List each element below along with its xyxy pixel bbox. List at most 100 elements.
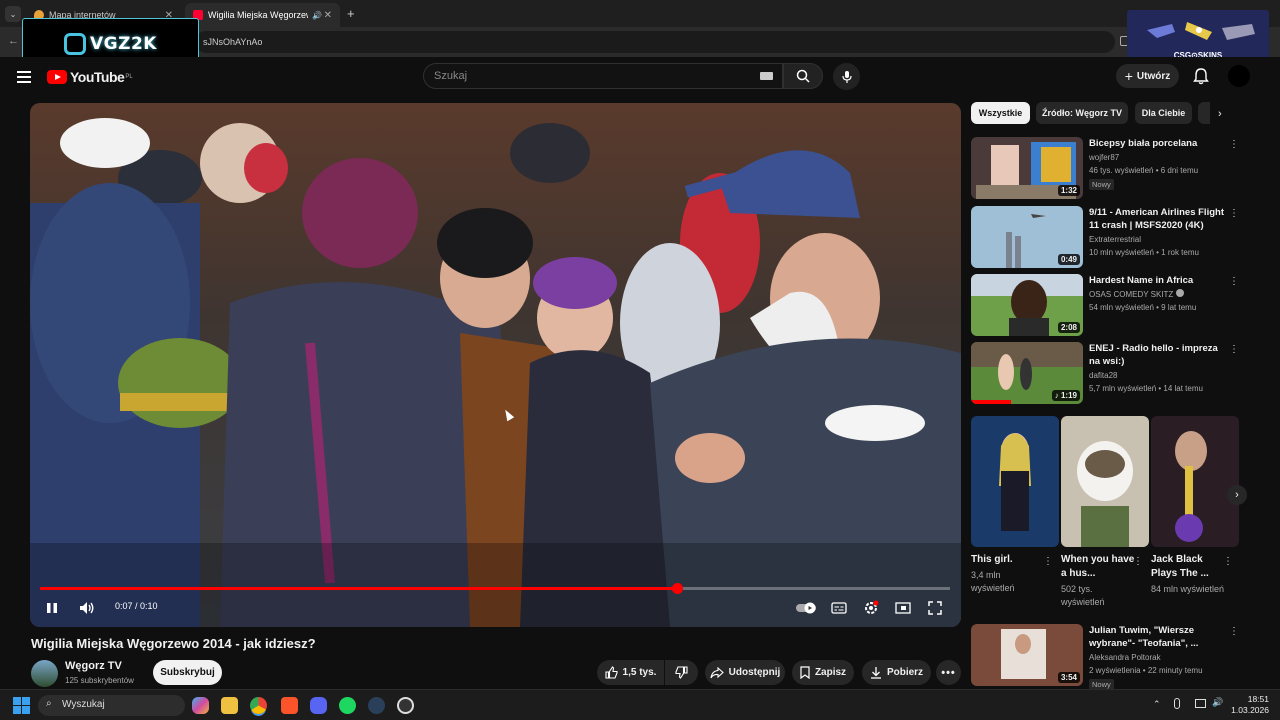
autoplay-toggle[interactable] [792,596,820,620]
taskbar-clock[interactable]: 18:51 1.03.2026 [1224,694,1269,716]
obs-icon[interactable] [397,697,414,714]
account-avatar[interactable] [1228,65,1250,87]
tab-list-button[interactable]: ⌄ [5,6,21,22]
chips-next-icon[interactable]: › [1218,108,1222,120]
short-3[interactable]: Jack Black Plays The ... 84 mln wyświetl… [1151,416,1239,596]
file-explorer-icon[interactable] [221,697,238,714]
short-title[interactable]: When you have a hus... [1061,553,1136,581]
tray-mic-icon[interactable] [1174,698,1180,709]
csgo-skins-overlay: CSG⊙SKINS [1127,10,1269,62]
chrome-icon[interactable] [250,697,267,714]
rec-title[interactable]: 9/11 - American Airlines Flight 11 crash… [1089,206,1229,232]
short-thumbnail[interactable] [1061,416,1149,547]
rec-channel[interactable]: Aleksandra Poltorak [1089,651,1229,664]
taskbar-search[interactable]: ⌕ Wyszukaj [38,695,185,716]
back-icon[interactable]: ← [8,35,19,47]
video-player[interactable]: 0:07 / 0:10 [30,103,961,627]
search-input[interactable]: Szukaj [423,63,783,89]
pause-button[interactable] [38,596,66,620]
tray-volume-icon[interactable]: 🔊 [1212,697,1223,708]
video-thumbnail[interactable]: 3:54 [971,624,1083,686]
short-title[interactable]: Jack Black Plays The ... [1151,553,1226,581]
chip-for-you[interactable]: Dla Ciebie [1135,102,1192,124]
rec-video-3[interactable]: 2:08 Hardest Name in Africa OSAS COMEDY … [971,274,1251,336]
discord-icon[interactable] [310,697,327,714]
speaker-icon[interactable]: 🔊 [312,11,322,20]
copilot-icon[interactable] [192,697,209,714]
notifications-bell-icon[interactable] [1192,67,1210,85]
miniplayer-button[interactable] [889,596,917,620]
more-options-icon[interactable]: ⋮ [1043,556,1053,567]
rec-title[interactable]: Hardest Name in Africa [1089,274,1229,287]
save-button[interactable]: Zapisz [792,660,854,685]
rec-title[interactable]: ENEJ - Radio hello - impreza na wsi:) [1089,342,1229,368]
short-title[interactable]: This girl. [971,553,1046,567]
video-thumbnail[interactable]: 0:49 [971,206,1083,268]
rec-video-2[interactable]: 0:49 9/11 - American Airlines Flight 11 … [971,206,1251,268]
more-options-icon[interactable]: ⋮ [1133,556,1143,567]
dislike-button[interactable] [665,660,698,685]
voice-search-button[interactable] [833,63,860,90]
keyboard-icon[interactable] [760,72,773,80]
more-options-icon[interactable]: ⋮ [1229,139,1239,150]
search-button[interactable] [783,63,823,89]
subscribe-button[interactable]: Subskrybuj [153,660,222,685]
short-thumbnail[interactable] [971,416,1059,547]
chip-partial[interactable] [1198,102,1210,124]
duration-text: 1:19 [1060,391,1077,400]
fullscreen-button[interactable] [921,596,949,620]
tray-display-icon[interactable] [1195,699,1206,708]
rec-channel[interactable]: wojfer87 [1089,151,1229,164]
windows-start-icon[interactable] [13,697,30,714]
new-tab-button[interactable]: + [347,6,355,21]
url-field[interactable]: sJNsOhAYnAo [195,31,1115,53]
rec-title[interactable]: Julian Tuwim, "Wiersze wybrane"- "Teofan… [1089,624,1229,650]
more-options-icon[interactable]: ⋮ [1229,276,1239,287]
channel-avatar[interactable] [31,660,58,687]
video-thumbnail[interactable]: 2:08 [971,274,1083,336]
rec-video-4[interactable]: ♪ 1:19 ENEJ - Radio hello - impreza na w… [971,342,1251,404]
close-tab-icon[interactable]: ✕ [324,10,332,21]
chip-all[interactable]: Wszystkie [971,102,1030,124]
microphone-icon [841,70,852,83]
more-options-icon[interactable]: ⋮ [1229,626,1239,637]
rec-channel[interactable]: OSAS COMEDY SKITZ [1089,288,1229,301]
more-actions-button[interactable]: ••• [936,660,961,685]
rec-video-1[interactable]: 1:32 Bicepsy biała porcelana wojfer87 46… [971,137,1251,199]
create-button[interactable]: + Utwórz [1116,64,1179,88]
tray-chevron-icon[interactable]: ⌃ [1153,699,1161,710]
like-button[interactable]: 1,5 tys. [597,660,664,685]
more-options-icon[interactable]: ⋮ [1223,556,1233,567]
rec-channel-name: OSAS COMEDY SKITZ [1089,290,1174,299]
channel-name[interactable]: Węgorz TV [65,660,122,672]
rec-channel[interactable]: Extraterrestrial [1089,233,1229,246]
progress-bar[interactable] [40,583,950,594]
video-thumbnail[interactable]: ♪ 1:19 [971,342,1083,404]
more-options-icon[interactable]: ⋮ [1229,208,1239,219]
progress-scrubber[interactable] [672,583,683,594]
shorts-next-button[interactable]: › [1227,485,1247,505]
tab-youtube[interactable]: Wigilia Miejska Węgorzewo 🔊 ✕ [185,3,340,27]
rec-video-5[interactable]: 3:54 Julian Tuwim, "Wiersze wybrane"- "T… [971,624,1251,690]
volume-icon [80,602,94,614]
steam-icon[interactable] [368,697,385,714]
short-2[interactable]: When you have a hus... 502 tys. wyświetl… [1061,416,1149,609]
download-button[interactable]: Pobierz [862,660,931,685]
brave-icon[interactable] [281,697,298,714]
rec-channel[interactable]: dafita28 [1089,369,1229,382]
volume-button[interactable] [73,596,101,620]
youtube-header: YouTube PL Szukaj + Utwórz [0,57,1280,97]
more-options-icon[interactable]: ⋮ [1229,344,1239,355]
short-1[interactable]: This girl. 3,4 mln wyświetleń ⋮ [971,416,1059,595]
video-thumbnail[interactable]: 1:32 [971,137,1083,199]
duration-badge: 2:08 [1057,322,1080,333]
menu-icon[interactable] [17,71,31,83]
rec-title[interactable]: Bicepsy biała porcelana [1089,137,1229,150]
subtitles-button[interactable] [825,596,853,620]
spotify-icon[interactable] [339,697,356,714]
youtube-logo[interactable]: YouTube PL [47,69,133,85]
chip-from-channel[interactable]: Źródło: Węgorz TV [1036,102,1128,124]
share-button[interactable]: Udostępnij [705,660,785,685]
short-thumbnail[interactable] [1151,416,1239,547]
settings-button[interactable] [857,596,885,620]
